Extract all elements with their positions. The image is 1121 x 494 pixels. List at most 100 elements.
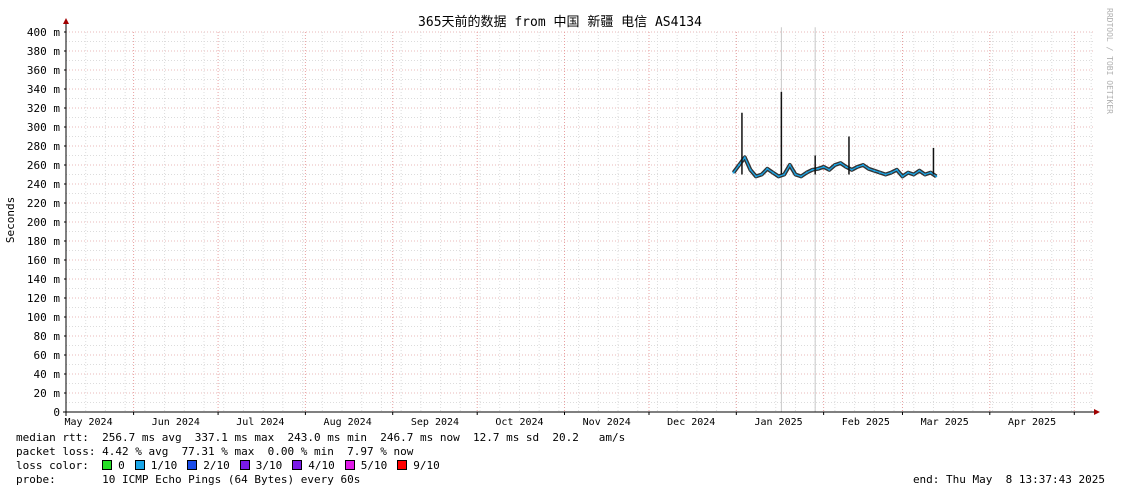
x-tick-label: May 2024 [64,417,112,428]
data-point [895,168,898,171]
loss-color-item-label: 3/10 [255,459,283,472]
loss-color-label: loss color: [16,459,89,472]
y-axis-label: Seconds [4,197,17,243]
packet-loss-line: packet loss: 4.42 % avg 77.31 % max 0.00… [16,445,414,458]
y-tick-label: 260 m [27,159,60,172]
data-point [794,173,797,176]
data-point [929,171,932,174]
rrdtool-credit: RRDTOOL / TOBI OETIKER [1105,8,1114,114]
y-tick-label: 120 m [27,292,60,305]
x-tick-label: Jun 2024 [152,417,200,428]
loss-color-swatch [292,460,303,470]
latency-chart: 365天前的数据 from 中国 新疆 电信 AS4134 Seconds RR… [4,8,1114,428]
y-tick-label: 400 m [27,26,60,39]
loss-color-items: 0 1/10 2/10 3/10 4/10 5/10 9/10 [102,459,450,472]
data-point [788,164,791,166]
x-tick-label: Nov 2024 [583,417,631,428]
loss-color-swatch [134,460,145,470]
y-tick-label: 20 m [34,387,61,400]
x-tick-label: Jul 2024 [236,417,284,428]
data-point [783,173,786,176]
data-point [850,168,853,171]
data-point [845,165,848,168]
data-point [816,167,819,170]
x-tick-label: Jan 2025 [754,417,802,428]
y-tick-label: 280 m [27,140,60,153]
y-tick-label: 180 m [27,235,60,248]
loss-color-item: 4/10 [292,459,335,472]
loss-color-swatch [239,460,250,470]
data-point [755,175,758,178]
x-tick-label: Aug 2024 [324,417,372,428]
data-point [912,173,915,176]
end-time: end: Thu May 8 13:37:43 2025 [912,473,1105,486]
data-point [924,173,927,176]
y-tick-label: 340 m [27,83,60,96]
data-point [867,167,870,170]
x-tick-label: Feb 2025 [842,417,890,428]
x-axis: May 2024 Jun 2024 Jul 2024 Aug 2024 Sep 2024… [64,412,1075,428]
data-point [822,165,825,168]
data-point [811,168,814,171]
loss-color-item-label: 9/10 [413,459,440,472]
y-tick-label: 160 m [27,254,60,267]
loss-color-swatch [187,460,198,470]
y-tick-label: 40 m [34,368,61,381]
data-point [862,164,865,166]
grid [66,31,1094,412]
data-point [884,173,887,176]
data-point [878,171,881,174]
y-tick-label: 220 m [27,197,60,210]
loss-color-item: 9/10 [397,459,440,472]
data-point [833,164,836,166]
y-axis-arrow [63,18,69,24]
loss-color-item: 1/10 [134,459,178,472]
x-tick-label: Oct 2024 [495,417,543,428]
x-axis-arrow [1094,409,1100,415]
loss-color-item: 3/10 [239,459,283,472]
data-point [777,175,780,178]
loss-color-item: 5/10 [344,459,388,472]
x-tick-label: Sep 2024 [411,417,459,428]
x-tick-label: Apr 2025 [1008,417,1056,428]
y-axis: 0 20 m 40 m 60 m 80 m 100 m 120 m 140 m 160 m 180… [27,26,66,419]
median-rtt-line: median rtt: 256.7 ms avg 337.1 ms max 24… [16,431,626,444]
data-point [749,168,752,171]
y-tick-label: 360 m [27,64,60,77]
probe-line: probe: 10 ICMP Echo Pings (64 Bytes) eve… [16,473,361,486]
loss-color-item-label: 0 [118,459,125,472]
loss-color-legend: loss color: 0 1/10 2/10 3/10 4/10 5/10 9/10 [16,459,450,473]
loss-color-swatch [102,460,113,470]
y-tick-label: 0 [53,406,60,419]
data-point [856,165,859,168]
y-tick-label: 140 m [27,273,60,286]
y-tick-label: 380 m [27,45,60,58]
data-point [805,171,808,174]
loss-color-item-label: 1/10 [150,459,178,472]
loss-color-item-label: 5/10 [360,459,388,472]
loss-color-item-label: 2/10 [203,459,230,472]
data-point [828,168,831,171]
data-point [800,175,803,178]
data-point [771,171,774,174]
data-point [901,175,904,178]
chart-title: 365天前的数据 from 中国 新疆 电信 AS4134 [418,14,702,30]
data-point [738,164,741,166]
loss-color-item: 2/10 [187,459,230,472]
data-point [839,162,842,165]
y-tick-label: 100 m [27,311,60,324]
data-point [873,169,876,172]
data-point [907,171,910,174]
data-point [890,171,893,174]
data-point [918,169,921,172]
loss-color-swatch [344,460,355,470]
y-tick-label: 200 m [27,216,60,229]
y-tick-label: 300 m [27,121,60,134]
data-point [732,171,735,174]
loss-color-item-label: 4/10 [308,459,335,472]
loss-color-swatch [397,460,408,470]
loss-color-item: 0 [102,459,125,472]
x-tick-label: Dec 2024 [667,417,715,428]
y-tick-label: 320 m [27,102,60,115]
y-tick-label: 80 m [34,330,61,343]
